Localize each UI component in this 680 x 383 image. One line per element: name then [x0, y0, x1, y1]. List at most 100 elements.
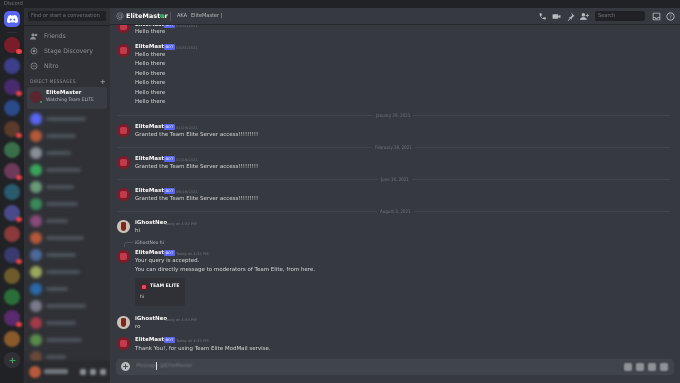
message-author[interactable]: iGhostNeo: [135, 220, 167, 226]
emoji-icon[interactable]: [660, 363, 668, 371]
message-timestamp: Today at 4:32 PM: [176, 251, 209, 256]
avatar[interactable]: [117, 156, 130, 169]
at-icon: @: [116, 11, 124, 20]
video-call-icon[interactable]: [552, 12, 561, 21]
guild-divider: [7, 32, 17, 33]
avatar[interactable]: [117, 337, 130, 350]
stage-icon: [30, 47, 38, 55]
avatar[interactable]: [117, 124, 130, 137]
gear-icon[interactable]: [100, 369, 106, 375]
sidebar-item-stage-discovery[interactable]: Stage Discovery: [30, 45, 93, 57]
add-server-button[interactable]: [4, 352, 20, 368]
home-button[interactable]: [4, 11, 20, 27]
dm-item[interactable]: [27, 163, 107, 177]
server-icon[interactable]: [4, 100, 20, 116]
server-icon[interactable]: [4, 226, 20, 242]
message-text: Hello there: [135, 52, 166, 58]
date-divider-label: August 3, 2021: [377, 209, 414, 214]
server-icon[interactable]: [4, 121, 22, 138]
server-icon[interactable]: [4, 142, 20, 158]
server-icon[interactable]: [4, 58, 20, 74]
sidebar-item-friends[interactable]: Friends: [30, 30, 66, 42]
gift-icon[interactable]: [624, 363, 632, 371]
dm-item[interactable]: [27, 112, 107, 126]
app-name: Discord: [4, 1, 23, 7]
user-panel: [24, 361, 110, 383]
message-text: Granted the Team Elite Server access!!!!…: [135, 196, 259, 202]
search-input[interactable]: Search: [595, 11, 645, 21]
server-icon[interactable]: [4, 310, 22, 327]
sidebar-item-nitro[interactable]: Nitro: [30, 60, 59, 72]
dm-status: Watching Team ELITE: [46, 98, 94, 103]
message-timestamp: 01/29/2021: [176, 125, 198, 130]
dm-item[interactable]: [27, 265, 107, 279]
embed-body: hi: [140, 295, 145, 300]
message-text: Your query is accepted.: [135, 258, 200, 264]
text-caret: [156, 362, 157, 370]
message-timestamp: Today at 4:33 PM: [176, 338, 209, 343]
dm-item[interactable]: [27, 299, 107, 313]
dm-item[interactable]: [27, 214, 107, 228]
server-icon[interactable]: [4, 331, 20, 347]
server-list: [0, 8, 24, 383]
phone-call-icon[interactable]: [538, 12, 547, 21]
avatar[interactable]: [117, 188, 130, 201]
avatar[interactable]: [117, 316, 130, 329]
sticker-icon[interactable]: [648, 363, 656, 371]
dm-item[interactable]: [27, 248, 107, 262]
avatar[interactable]: [117, 44, 130, 57]
dm-item[interactable]: [27, 180, 107, 194]
message-text: Thank You!, for using Team Elite ModMail…: [135, 346, 271, 352]
avatar[interactable]: [117, 220, 130, 233]
dm-item[interactable]: [27, 129, 107, 143]
server-icon[interactable]: [4, 79, 22, 96]
server-icon[interactable]: [4, 163, 22, 180]
date-divider-label: January 29, 2021: [373, 113, 414, 118]
message-text: ro: [135, 324, 141, 330]
gif-icon[interactable]: [636, 363, 644, 371]
message-text: Hello there: [135, 29, 166, 35]
sidebar-item-label: Stage Discovery: [44, 47, 93, 55]
dm-sidebar: Find or start a conversation Friends Sta…: [24, 8, 110, 383]
dm-item[interactable]: [27, 231, 107, 245]
dm-item[interactable]: [27, 146, 107, 160]
find-conversation-input[interactable]: Find or start a conversation: [28, 11, 106, 21]
date-divider-label: February 28, 2021: [372, 145, 415, 150]
pin-icon[interactable]: [566, 12, 575, 21]
dm-item[interactable]: [27, 333, 107, 347]
header-divider: [170, 12, 171, 21]
create-dm-button[interactable]: +: [100, 78, 106, 86]
server-icon[interactable]: [4, 205, 22, 222]
message-author[interactable]: iGhostNeo: [135, 316, 167, 322]
server-icon[interactable]: [4, 268, 20, 284]
dm-item[interactable]: [27, 316, 107, 330]
chat-header: @ EliteMaster AKA EliteMaster | Search ?: [110, 8, 680, 25]
server-team-elite[interactable]: [4, 37, 22, 54]
server-icon[interactable]: [4, 184, 20, 200]
dm-item-elitemaster[interactable]: EliteMaster Watching Team ELITE: [27, 87, 107, 109]
inbox-icon[interactable]: [652, 12, 661, 21]
dm-item[interactable]: [27, 282, 107, 296]
avatar[interactable]: [117, 250, 130, 263]
message-text: Hello there: [135, 61, 166, 67]
bot-badge: BOT: [164, 156, 175, 162]
friends-icon: [30, 33, 38, 39]
mute-icon[interactable]: [80, 369, 86, 375]
deafen-icon[interactable]: [90, 369, 96, 375]
help-icon[interactable]: ?: [666, 12, 675, 21]
title-bar: Discord: [0, 0, 680, 8]
reply-author: iGhostNeo: [135, 241, 159, 246]
message-timestamp: 03/31/2021: [176, 45, 198, 50]
message-composer: + Message @EliteMaster: [116, 359, 674, 375]
date-divider-label: June 16, 2021: [378, 177, 412, 182]
avatar[interactable]: [29, 366, 41, 378]
add-friend-to-dm-icon[interactable]: [580, 12, 589, 21]
message-timestamp: 06/16/2021: [176, 189, 198, 194]
dm-item[interactable]: [27, 197, 107, 211]
message-embed: TEAM ELITE hi: [135, 278, 185, 306]
server-icon[interactable]: [4, 247, 22, 264]
server-icon[interactable]: [4, 289, 20, 305]
upload-button[interactable]: +: [121, 362, 130, 371]
reply-reference[interactable]: iGhostNeo hi: [135, 241, 164, 246]
message-input[interactable]: Message @EliteMaster: [136, 363, 193, 369]
